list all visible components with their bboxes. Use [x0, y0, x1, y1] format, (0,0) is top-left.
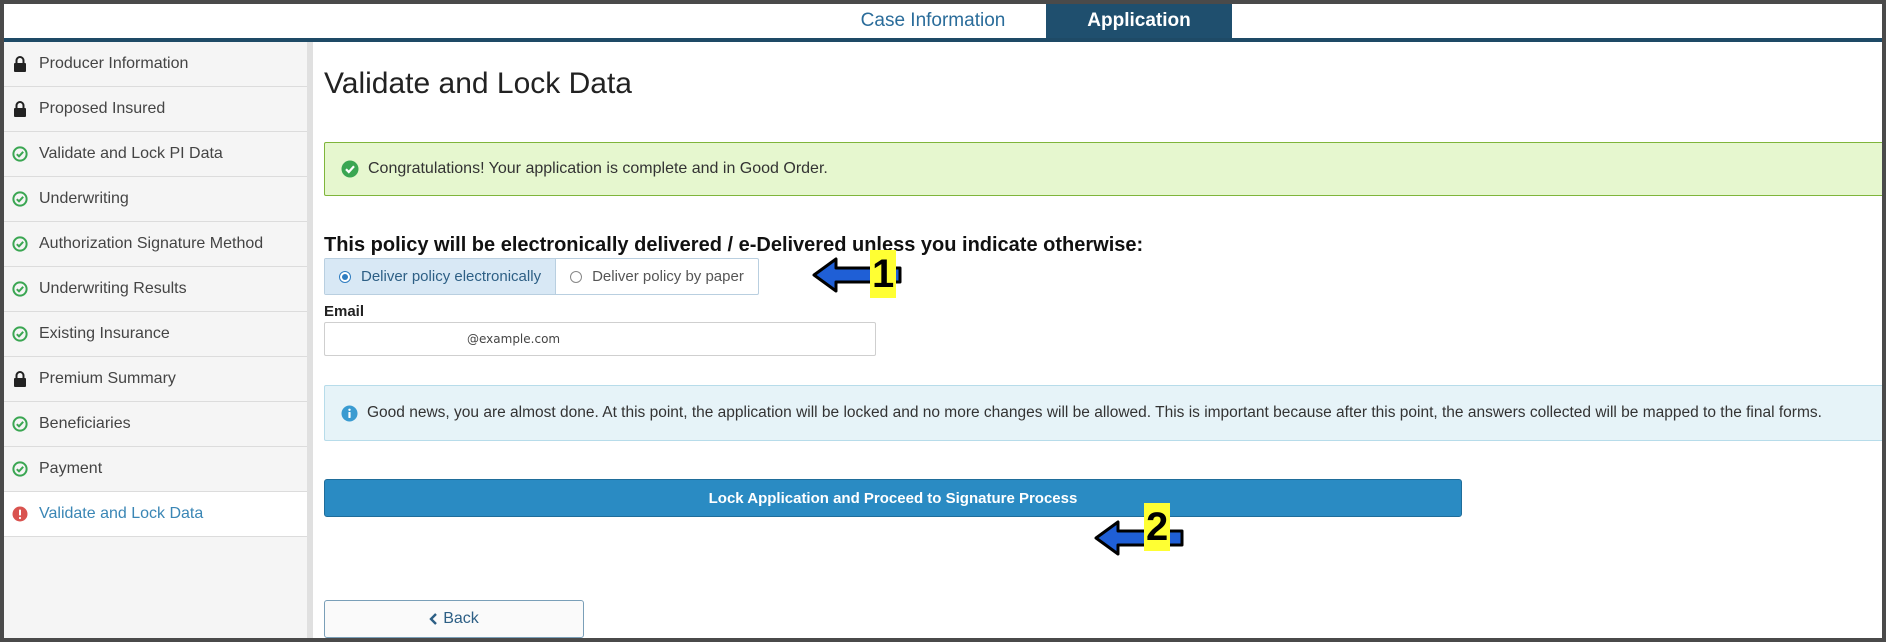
sidebar-item-authorization-signature-method[interactable]: Authorization Signature Method: [4, 222, 307, 267]
lock-icon: [12, 56, 28, 72]
email-label: Email: [324, 303, 365, 320]
sidebar-item-label: Beneficiaries: [39, 415, 131, 432]
lock-application-button[interactable]: Lock Application and Proceed to Signatur…: [324, 479, 1462, 517]
email-field[interactable]: [324, 322, 876, 356]
page-title: Validate and Lock Data: [324, 67, 632, 100]
info-alert-text: Good news, you are almost done. At this …: [367, 404, 1822, 421]
check-circle-icon: [12, 416, 28, 432]
exclamation-circle-icon: [12, 506, 28, 522]
success-alert-text: Congratulations! Your application is com…: [368, 160, 828, 177]
sidebar-item-proposed-insured[interactable]: Proposed Insured: [4, 87, 307, 132]
chevron-left-icon: [429, 613, 438, 625]
sidebar-item-producer-information[interactable]: Producer Information: [4, 42, 307, 87]
back-button[interactable]: Back: [324, 600, 584, 638]
sidebar-item-payment[interactable]: Payment: [4, 447, 307, 492]
arrow-left-icon: [1094, 520, 1184, 556]
sidebar-item-label: Proposed Insured: [39, 100, 166, 117]
lock-icon: [12, 101, 28, 117]
sidebar-item-label: Payment: [39, 460, 103, 477]
info-circle-icon: [341, 405, 358, 422]
deliver-by-paper-option[interactable]: Deliver policy by paper: [556, 259, 758, 294]
sidebar-item-validate-lock-data[interactable]: Validate and Lock Data: [4, 492, 307, 537]
check-circle-icon: [341, 160, 359, 178]
top-tab-bar: Case Information Application: [4, 4, 1882, 42]
radio-selected-icon: [339, 270, 351, 283]
sidebar-item-beneficiaries[interactable]: Beneficiaries: [4, 402, 307, 447]
sidebar-item-existing-insurance[interactable]: Existing Insurance: [4, 312, 307, 357]
radio-label: Deliver policy by paper: [592, 268, 744, 285]
info-alert: Good news, you are almost done. At this …: [324, 385, 1886, 441]
sidebar-item-label: Underwriting: [39, 190, 129, 207]
sidebar-item-label: Underwriting Results: [39, 280, 187, 297]
sidebar-item-label: Authorization Signature Method: [39, 235, 264, 252]
radio-unselected-icon: [570, 270, 583, 283]
check-circle-icon: [12, 191, 28, 207]
sidebar-item-underwriting[interactable]: Underwriting: [4, 177, 307, 222]
delivery-method-radio-group: Deliver policy electronically Deliver po…: [324, 258, 759, 295]
back-button-label: Back: [443, 610, 479, 627]
radio-label: Deliver policy electronically: [361, 268, 542, 285]
check-circle-icon: [12, 146, 28, 162]
tab-application[interactable]: Application: [1046, 4, 1232, 38]
tab-case-information[interactable]: Case Information: [844, 4, 1022, 38]
check-circle-icon: [12, 326, 28, 342]
sidebar-item-label: Premium Summary: [39, 370, 176, 387]
sidebar-item-premium-summary[interactable]: Premium Summary: [4, 357, 307, 402]
sidebar-item-label: Validate and Lock PI Data: [39, 145, 223, 162]
sidebar-item-label: Producer Information: [39, 55, 189, 72]
check-circle-icon: [12, 236, 28, 252]
check-circle-icon: [12, 281, 28, 297]
deliver-electronically-option[interactable]: Deliver policy electronically: [325, 259, 557, 294]
lock-icon: [12, 371, 28, 387]
sidebar-item-validate-lock-pi-data[interactable]: Validate and Lock PI Data: [4, 132, 307, 177]
sidebar-item-label: Validate and Lock Data: [39, 505, 204, 522]
check-circle-icon: [12, 461, 28, 477]
sidebar-item-underwriting-results[interactable]: Underwriting Results: [4, 267, 307, 312]
annotation-label-2: 2: [1144, 503, 1171, 551]
sidebar-item-label: Existing Insurance: [39, 325, 170, 342]
success-alert: Congratulations! Your application is com…: [324, 142, 1886, 196]
annotation-label-1: 1: [870, 250, 897, 298]
delivery-question: This policy will be electronically deliv…: [324, 234, 1144, 256]
sidebar: Producer Information Proposed Insured Va…: [4, 42, 313, 638]
